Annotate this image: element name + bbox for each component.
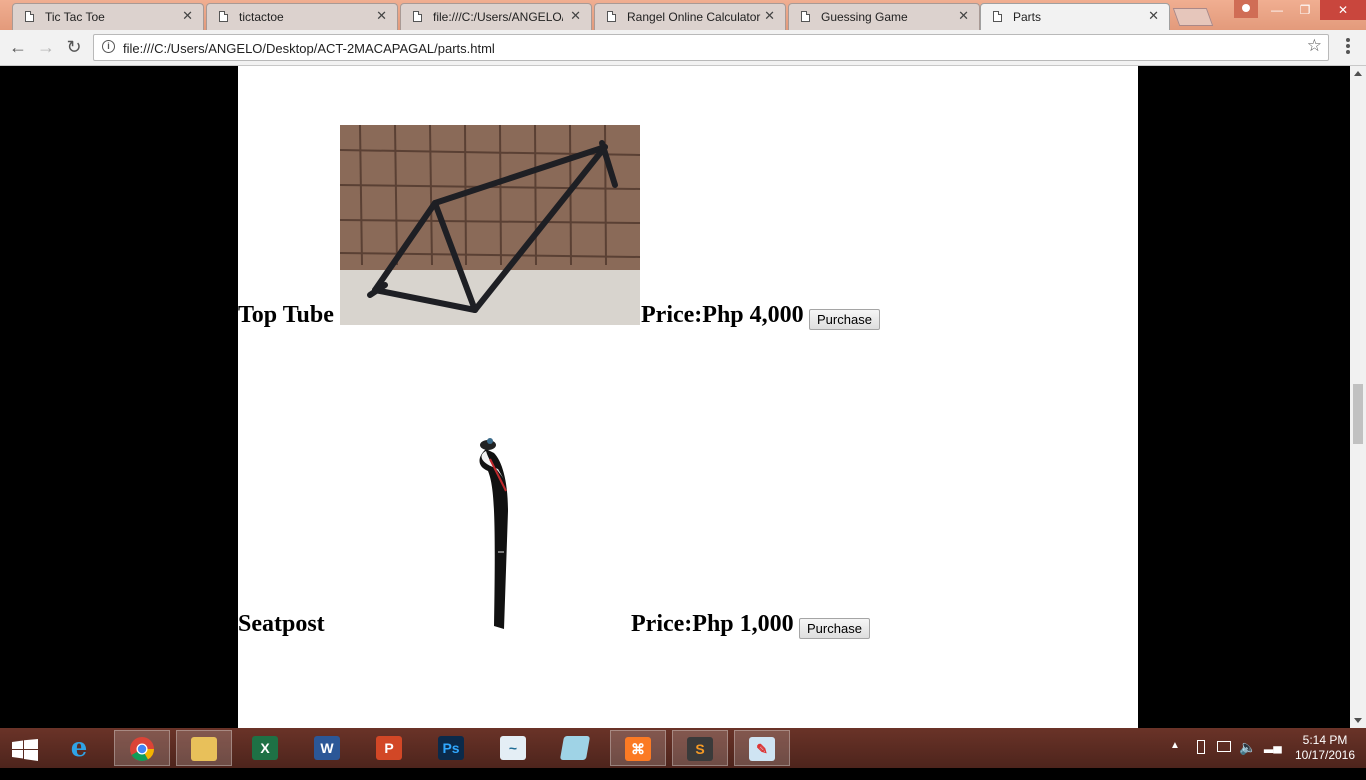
tab-guessing-game[interactable]: Guessing Game ✕: [788, 3, 980, 30]
tab-calculator[interactable]: Rangel Online Calculator ✕: [594, 3, 786, 30]
tab-title: Rangel Online Calculator: [627, 10, 761, 24]
user-icon[interactable]: [1234, 0, 1258, 18]
tab-file[interactable]: file:///C:/Users/ANGELO/ ✕: [400, 3, 592, 30]
clock-date: 10/17/2016: [1294, 748, 1356, 762]
volume-icon[interactable]: 🔈: [1239, 739, 1256, 779]
sublime-text-icon: S: [687, 737, 713, 761]
taskbar-internet-explorer[interactable]: e: [52, 730, 108, 766]
tab-title: tictactoe: [239, 10, 284, 24]
bookmark-star-icon[interactable]: ☆: [1307, 36, 1322, 56]
forward-icon[interactable]: →: [34, 36, 58, 58]
product-name: Top Tube: [238, 302, 334, 328]
url-input[interactable]: [121, 38, 1275, 58]
address-bar[interactable]: i ☆: [93, 34, 1329, 61]
tab-tictactoe[interactable]: tictactoe ✕: [206, 3, 398, 30]
product-price: Price:Php 4,000: [641, 302, 804, 328]
taskbar-paint[interactable]: ✎: [734, 730, 790, 766]
menu-icon[interactable]: [1340, 38, 1356, 58]
start-button[interactable]: [0, 730, 50, 766]
taskbar-xampp[interactable]: ⌘: [610, 730, 666, 766]
windows-icon: [12, 739, 38, 761]
close-tab-icon[interactable]: ✕: [376, 8, 387, 24]
tab-title: Tic Tac Toe: [45, 10, 105, 24]
show-hidden-icons[interactable]: ▲: [1170, 740, 1180, 780]
wifi-signal-icon[interactable]: ▂▄: [1264, 739, 1282, 779]
close-tab-icon[interactable]: ✕: [182, 8, 193, 24]
clock-time: 5:14 PM: [1302, 733, 1348, 747]
close-tab-icon[interactable]: ✕: [958, 8, 969, 24]
taskbar-notepad[interactable]: [548, 730, 604, 766]
folder-icon: [191, 737, 217, 761]
tab-title: Parts: [1013, 10, 1042, 24]
taskbar-word[interactable]: W: [300, 730, 356, 766]
info-icon[interactable]: i: [102, 40, 115, 53]
taskbar-chrome[interactable]: [114, 730, 170, 766]
restore-icon[interactable]: ❐: [1290, 0, 1320, 20]
tab-parts[interactable]: Parts ✕: [980, 3, 1170, 30]
minimize-icon[interactable]: —: [1262, 0, 1292, 20]
tab-title: Guessing Game: [821, 10, 908, 24]
mysql-installer-icon: ~: [500, 736, 526, 760]
reload-icon[interactable]: ↻: [62, 36, 86, 58]
scroll-up-icon[interactable]: [1354, 71, 1362, 76]
taskbar-sublime-text[interactable]: S: [672, 730, 728, 766]
taskbar-file-explorer[interactable]: [176, 730, 232, 766]
powerpoint-icon: P: [376, 736, 402, 760]
product-price: Price:Php 1,000: [631, 611, 794, 637]
taskbar-excel[interactable]: X: [238, 730, 294, 766]
internet-explorer-icon: e: [70, 733, 88, 763]
page-icon: [25, 11, 34, 22]
page-icon: [801, 11, 810, 22]
page-icon: [219, 11, 228, 22]
excel-icon: X: [252, 736, 278, 760]
taskbar-mysql-installer[interactable]: ~: [486, 730, 542, 766]
close-tab-icon[interactable]: ✕: [570, 8, 581, 24]
windows-taskbar: e X W P Ps ~ ⌘ S ✎ ▲ 🔈 ▂▄ 5:14 PM 10/17/…: [0, 728, 1366, 768]
chrome-icon: [130, 737, 154, 762]
tab-tic-tac-toe[interactable]: Tic Tac Toe ✕: [12, 3, 204, 30]
back-icon[interactable]: ←: [6, 36, 30, 58]
word-icon: W: [314, 736, 340, 760]
seatpost-image: [479, 438, 508, 629]
scroll-down-icon[interactable]: [1354, 718, 1362, 723]
close-tab-icon[interactable]: ✕: [1148, 8, 1159, 24]
tab-title: file:///C:/Users/ANGELO/: [433, 10, 563, 24]
battery-icon[interactable]: [1197, 740, 1205, 754]
scrollbar-thumb[interactable]: [1353, 384, 1363, 444]
product-name: Seatpost: [238, 611, 325, 637]
purchase-button[interactable]: Purchase: [799, 618, 870, 639]
notepad-icon: [559, 736, 591, 760]
system-clock[interactable]: 5:14 PM 10/17/2016: [1290, 733, 1360, 763]
new-tab-button[interactable]: [1172, 8, 1214, 26]
paint-palette-icon: ✎: [749, 737, 775, 761]
network-icon[interactable]: [1217, 741, 1231, 752]
tab-strip: Tic Tac Toe ✕ tictactoe ✕ file:///C:/Use…: [0, 0, 1366, 30]
browser-toolbar: ← → ↻ i ☆: [0, 30, 1366, 66]
bike-frame-image: [340, 125, 640, 325]
page-body: Top Tube Price:Php 4,000 Purchase Seatpo…: [238, 66, 1138, 728]
taskbar-powerpoint[interactable]: P: [362, 730, 418, 766]
taskbar-photoshop[interactable]: Ps: [424, 730, 480, 766]
xampp-icon: ⌘: [625, 737, 651, 761]
page-icon: [413, 11, 422, 22]
page-icon: [607, 11, 616, 22]
page-viewport: Top Tube Price:Php 4,000 Purchase Seatpo…: [0, 66, 1350, 728]
purchase-button[interactable]: Purchase: [809, 309, 880, 330]
close-window-icon[interactable]: ✕: [1320, 0, 1366, 20]
vertical-scrollbar[interactable]: [1350, 66, 1366, 728]
photoshop-icon: Ps: [438, 736, 464, 760]
page-icon: [993, 11, 1002, 22]
close-tab-icon[interactable]: ✕: [764, 8, 775, 24]
